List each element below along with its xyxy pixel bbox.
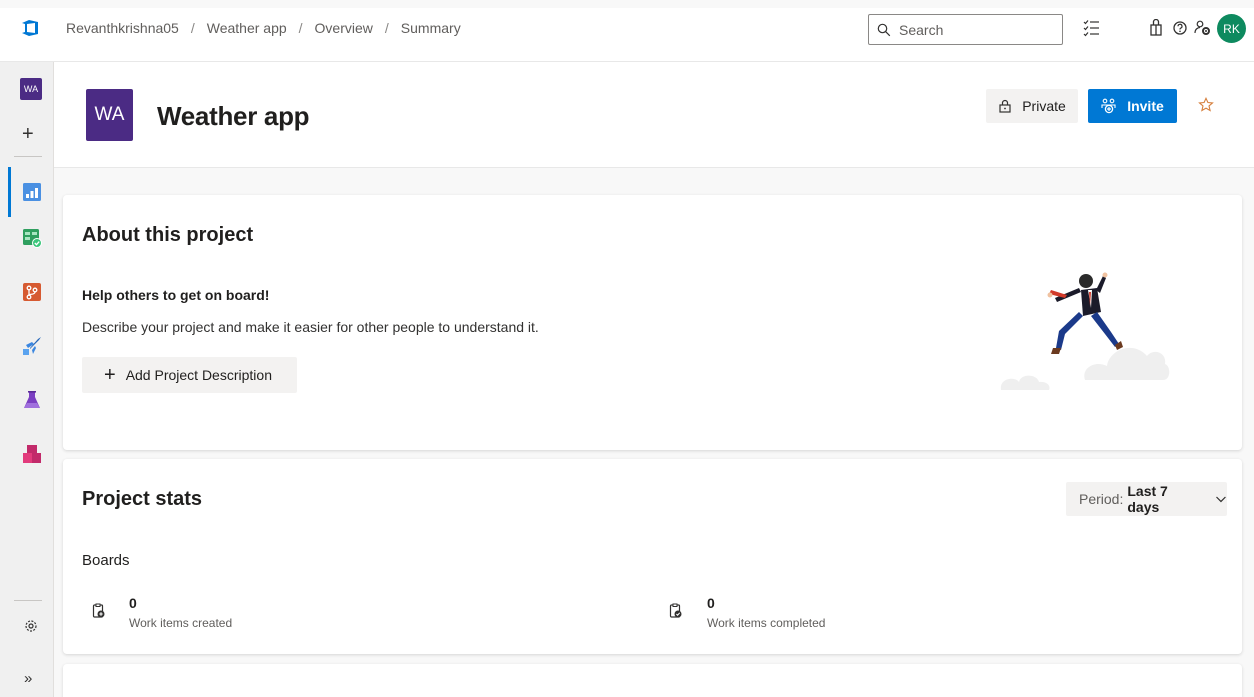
overview-icon[interactable] bbox=[22, 182, 42, 202]
jumping-person-illustration bbox=[1000, 272, 1170, 390]
test-plans-icon[interactable] bbox=[22, 390, 42, 410]
next-card bbox=[63, 664, 1242, 697]
breadcrumb-org[interactable]: Revanthkrishna05 bbox=[66, 20, 179, 36]
project-avatar: WA bbox=[86, 89, 133, 141]
search-placeholder: Search bbox=[899, 21, 944, 38]
search-input[interactable]: Search bbox=[868, 14, 1063, 45]
breadcrumb-separator: / bbox=[298, 20, 303, 36]
period-dropdown[interactable]: Period: Last 7 days bbox=[1066, 482, 1227, 516]
breadcrumb-overview[interactable]: Overview bbox=[315, 20, 373, 36]
rail-divider bbox=[14, 156, 42, 157]
breadcrumb: Revanthkrishna05 / Weather app / Overvie… bbox=[66, 20, 461, 36]
task-list-icon[interactable] bbox=[1083, 19, 1101, 37]
about-heading: About this project bbox=[82, 224, 254, 246]
expand-rail-chevron-icon[interactable]: » bbox=[24, 670, 32, 687]
azure-devops-logo-icon[interactable] bbox=[20, 18, 40, 38]
new-item-plus-icon[interactable]: + bbox=[22, 124, 34, 144]
invite-label: Invite bbox=[1127, 98, 1164, 114]
boards-section-label: Boards bbox=[82, 552, 130, 569]
pipelines-icon[interactable] bbox=[22, 336, 42, 356]
lock-icon bbox=[999, 99, 1011, 113]
add-project-description-button[interactable]: + Add Project Description bbox=[82, 357, 297, 393]
private-label: Private bbox=[1022, 98, 1066, 114]
work-item-completed-icon bbox=[669, 603, 682, 618]
project-switcher-avatar[interactable]: WA bbox=[20, 78, 42, 100]
period-value: Last 7 days bbox=[1127, 483, 1168, 515]
plus-icon: + bbox=[104, 364, 116, 386]
rail-divider bbox=[14, 600, 42, 601]
marketplace-bag-icon[interactable] bbox=[1147, 19, 1165, 37]
search-icon bbox=[877, 23, 891, 36]
stat-label: Work items created bbox=[129, 616, 233, 630]
private-button[interactable]: Private bbox=[986, 89, 1078, 123]
breadcrumb-project[interactable]: Weather app bbox=[207, 20, 287, 36]
stat-label: Work items completed bbox=[707, 616, 826, 630]
artifacts-icon[interactable] bbox=[22, 444, 42, 464]
add-description-label: Add Project Description bbox=[125, 367, 272, 383]
stat-value: 0 bbox=[129, 595, 137, 611]
chevron-down-icon bbox=[1216, 496, 1226, 503]
stat-value: 0 bbox=[707, 595, 715, 611]
people-icon bbox=[1101, 98, 1116, 114]
stats-heading: Project stats bbox=[82, 488, 203, 510]
period-prefix: Period: bbox=[1079, 491, 1124, 507]
user-settings-icon[interactable] bbox=[1194, 19, 1212, 37]
work-item-created-icon bbox=[92, 603, 105, 618]
invite-button[interactable]: Invite bbox=[1088, 89, 1177, 123]
help-title: Help others to get on board! bbox=[82, 287, 270, 303]
favorite-star-icon[interactable] bbox=[1198, 97, 1214, 113]
help-description: Describe your project and make it easier… bbox=[82, 319, 539, 335]
project-settings-gear-icon[interactable] bbox=[24, 619, 38, 633]
left-nav-rail bbox=[0, 62, 54, 697]
breadcrumb-separator: / bbox=[384, 20, 389, 36]
page-title: Weather app bbox=[157, 101, 310, 131]
user-avatar[interactable]: RK bbox=[1217, 14, 1246, 43]
active-nav-indicator bbox=[8, 167, 11, 217]
breadcrumb-separator: / bbox=[190, 20, 195, 36]
repos-icon[interactable] bbox=[22, 282, 42, 302]
boards-icon[interactable] bbox=[22, 228, 42, 248]
help-icon[interactable] bbox=[1171, 19, 1189, 37]
breadcrumb-summary[interactable]: Summary bbox=[401, 20, 461, 36]
